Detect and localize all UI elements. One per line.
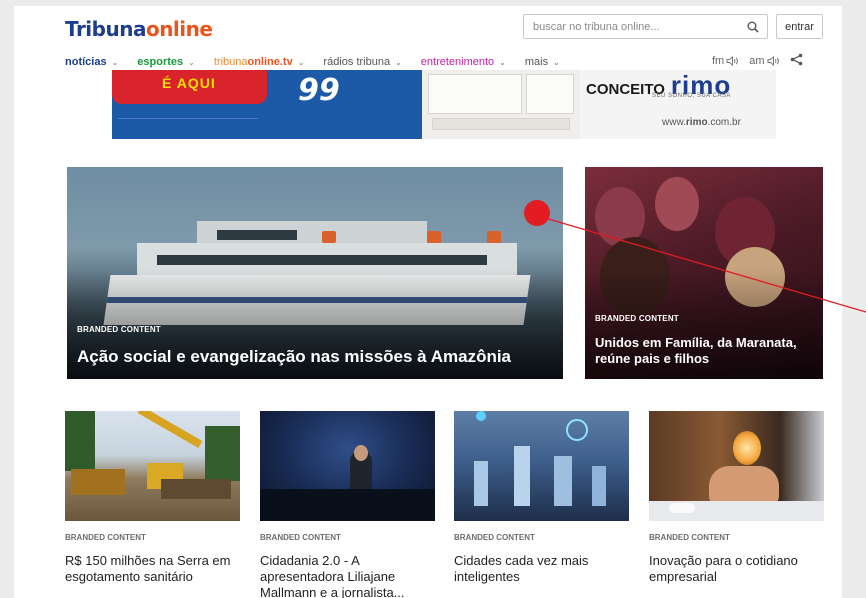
nav-label-part-b: online.tv [247,56,293,68]
radio-links: fm am [712,53,803,69]
article-card[interactable]: BRANDED CONTENT Inovação para o cotidian… [649,411,824,585]
nav-label: esportes [137,56,184,68]
ad-left-panel: É AQUI 99 [112,70,422,139]
logo-text-online: online [145,17,213,41]
feature-card-main[interactable]: BRANDED CONTENT Ação social e evangeliza… [67,167,563,379]
nav-item-tribunaonline-tv[interactable]: tribuna online.tv ⌄ [214,56,305,68]
ad-url-prefix: www. [662,117,686,128]
chevron-down-icon: ⌄ [395,57,402,67]
ad-slogan: É AQUI [162,75,216,91]
ad-product-image [422,70,580,139]
building [592,466,606,506]
speaker-head [354,445,368,461]
login-button[interactable]: entrar [776,14,823,39]
article-card[interactable]: BRANDED CONTENT R$ 150 milhões na Serra … [65,411,240,585]
feature-headline[interactable]: Ação social e evangelização nas missões … [77,347,511,367]
wifi-icon [566,419,588,441]
excavator-arm [137,411,203,448]
article-kicker: BRANDED CONTENT [65,533,146,542]
speaker-icon [767,56,779,66]
radio-am-label: am [749,55,765,67]
ad-red-badge: É AQUI [112,70,267,104]
ad-price-value: 99 [298,73,340,108]
nav-label: entretenimento [420,56,495,68]
article-thumbnail[interactable] [65,411,240,521]
article-title[interactable]: Inovação para o cotidiano empresarial [649,553,824,585]
mouse [669,503,695,513]
main-nav: notícias ⌄ esportes ⌄ tribuna online.tv ⌄… [65,54,579,70]
hand [709,466,779,506]
article-kicker: BRANDED CONTENT [260,533,341,542]
search-box [523,14,768,39]
feature-kicker: BRANDED CONTENT [77,325,161,334]
building [474,461,488,506]
ad-fine-print [118,118,258,132]
ad-counter [432,118,570,130]
site-logo[interactable]: Tribunaonline [65,17,213,41]
nav-item-esportes[interactable]: esportes ⌄ [137,56,195,68]
nav-item-radios-tribuna[interactable]: rádios tribuna ⌄ [323,56,401,68]
radio-am-link[interactable]: am [749,55,779,67]
chevron-down-icon: ⌄ [553,57,560,67]
article-title[interactable]: Cidades cada vez mais inteligentes [454,553,629,585]
feature-headline[interactable]: Unidos em Família, da Maranata, reúne pa… [595,335,815,367]
nav-label: rádios tribuna [323,56,391,68]
nav-label-part-a: tribuna [213,56,248,68]
feature-card-side[interactable]: BRANDED CONTENT Unidos em Família, da Ma… [585,167,823,379]
nav-label: mais [524,56,549,68]
radio-fm-link[interactable]: fm [712,55,739,67]
speaker-icon [726,56,739,66]
network-node-icon [476,411,486,421]
tree [205,426,240,481]
chevron-down-icon: ⌄ [188,57,195,67]
tree [65,411,95,471]
article-card[interactable]: BRANDED CONTENT Cidades cada vez mais in… [454,411,629,585]
boat-windows [217,230,297,240]
search-input[interactable] [524,20,739,33]
article-kicker: BRANDED CONTENT [454,533,535,542]
ad-tagline: SEU SONHO, SUA CASA [652,93,731,99]
feature-kicker: BRANDED CONTENT [595,314,679,323]
radio-fm-label: fm [712,55,725,67]
article-card[interactable]: BRANDED CONTENT Cidadania 2.0 - A aprese… [260,411,435,598]
article-thumbnail[interactable] [454,411,629,521]
chevron-down-icon: ⌄ [111,57,119,67]
nav-item-noticias[interactable]: notícias ⌄ [65,56,118,68]
nav-label: notícias [65,56,107,68]
crowd-figure [655,177,699,231]
banner-ad[interactable]: É AQUI 99 CONCEITO rimo SEU SONHO, SUA CA… [112,70,776,139]
article-kicker: BRANDED CONTENT [649,533,730,542]
ad-url-bold: rimo [685,117,708,128]
dirt [161,479,231,499]
boat-windows [157,255,487,265]
ad-cabinet [526,74,574,114]
ad-price: 99 [298,73,340,108]
dump-truck [71,469,125,495]
light-bulb-icon [733,431,761,465]
article-title[interactable]: Cidadania 2.0 - A apresentadora Liliajan… [260,553,435,598]
ad-url: www.rimo.com.br [662,117,741,128]
life-ring [427,231,441,243]
audience [260,489,435,521]
logo-text-tribuna: Tribuna [65,17,146,41]
life-ring [487,231,501,243]
ad-brand-panel: CONCEITO rimo SEU SONHO, SUA CASA www.rim… [580,70,776,139]
life-ring [322,231,336,243]
search-icon[interactable] [739,21,767,33]
building [554,456,572,506]
article-title[interactable]: R$ 150 milhões na Serra em esgotamento s… [65,553,240,585]
share-icon[interactable] [790,53,803,69]
nav-item-mais[interactable]: mais ⌄ [525,56,560,68]
chevron-down-icon: ⌄ [499,57,506,67]
page: Tribunaonline entrar notícias ⌄ esportes… [14,6,842,598]
nav-item-entretenimento[interactable]: entretenimento ⌄ [421,56,506,68]
click-marker [524,200,550,226]
ad-cabinet [428,74,522,114]
ad-url-suffix: .com.br [707,117,741,128]
article-thumbnail[interactable] [260,411,435,521]
building [514,446,530,506]
article-thumbnail[interactable] [649,411,824,521]
chevron-down-icon: ⌄ [297,57,305,67]
